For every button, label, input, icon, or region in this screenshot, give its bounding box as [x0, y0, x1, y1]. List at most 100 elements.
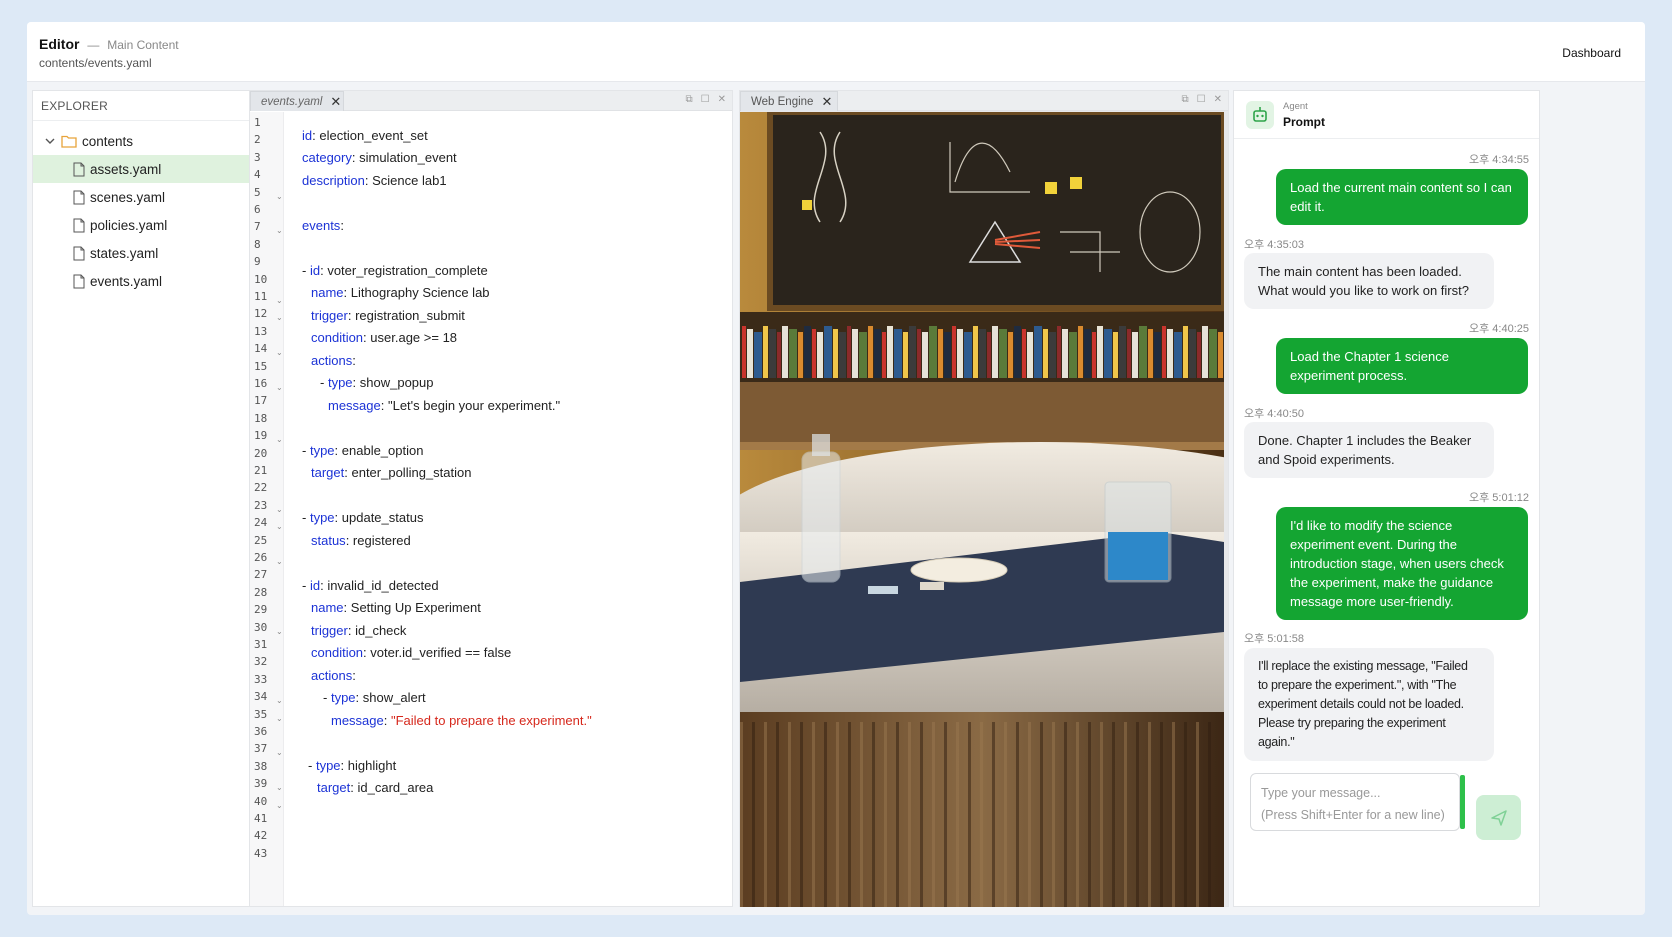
yaml-value: show_popup: [356, 375, 434, 390]
line-number: 29: [254, 603, 268, 617]
file-item-policies[interactable]: policies.yaml: [33, 211, 257, 239]
agent-title: Prompt: [1283, 115, 1325, 129]
file-icon: [73, 274, 85, 288]
agent-message: I'll replace the existing message, "Fail…: [1244, 648, 1494, 761]
line-number: 6: [254, 203, 261, 216]
fold-chevron-icon[interactable]: ⌄: [276, 383, 283, 392]
yaml-value: user.age >= 18: [366, 330, 458, 345]
file-item-scenes[interactable]: scenes.yaml: [33, 183, 257, 211]
message-timestamp: 오후 5:01:58: [1244, 633, 1304, 645]
file-item-assets[interactable]: assets.yaml: [33, 155, 257, 183]
yaml-key: target: [317, 780, 351, 795]
line-number: 42: [254, 829, 268, 843]
folder-icon: [61, 135, 77, 148]
send-icon: [1490, 809, 1507, 826]
maximize-icon[interactable]: ☐: [1197, 94, 1206, 105]
input-scrollbar[interactable]: [1460, 775, 1465, 829]
yaml-value: id_check: [351, 623, 407, 638]
line-number: 41: [254, 812, 268, 825]
yaml-dash: -: [302, 510, 310, 525]
fold-chevron-icon[interactable]: ⌄: [276, 714, 283, 723]
line-number: 2: [254, 133, 261, 147]
code-line: status: registered: [311, 533, 411, 548]
message-timestamp: 오후 4:35:03: [1244, 239, 1304, 251]
code-line: description: Science lab1: [302, 173, 447, 188]
yaml-value: voter_registration_complete: [323, 263, 488, 278]
folder-contents[interactable]: contents: [33, 127, 257, 155]
yaml-value: election_event_set: [315, 128, 428, 143]
yaml-value: id_card_area: [353, 780, 434, 795]
yaml-key: description: [302, 173, 365, 188]
code-area[interactable]: id: election_event_set category: simulat…: [302, 112, 732, 906]
tab-events-yaml[interactable]: events.yaml ✕: [250, 91, 344, 111]
tab-web-engine[interactable]: Web Engine ✕: [740, 91, 838, 111]
line-number: 33: [254, 672, 268, 686]
yaml-value: registered: [349, 533, 411, 548]
code-line: - type: highlight: [308, 758, 397, 773]
line-number: 39: [254, 777, 268, 791]
yaml-value: Setting Up Experiment: [347, 600, 481, 615]
top-header: Editor — Main Content contents/events.ya…: [27, 22, 1645, 82]
fold-chevron-icon[interactable]: ⌄: [276, 313, 283, 322]
fold-chevron-icon[interactable]: ⌄: [276, 192, 283, 201]
yaml-key: message: [328, 398, 381, 413]
file-icon: [73, 190, 85, 204]
yaml-key: status: [311, 533, 346, 548]
line-number: 19: [254, 429, 268, 443]
fold-chevron-icon[interactable]: ⌄: [276, 296, 283, 305]
message-timestamp: 오후 4:34:55: [1469, 154, 1529, 166]
yaml-key: type: [309, 443, 335, 458]
web-view-scene[interactable]: [740, 112, 1224, 907]
file-item-events[interactable]: events.yaml: [33, 267, 257, 295]
file-label: states.yaml: [90, 245, 159, 261]
file-item-states[interactable]: states.yaml: [33, 239, 257, 267]
code-line: id: election_event_set: [302, 128, 428, 143]
app-frame: Editor — Main Content contents/events.ya…: [0, 0, 1672, 937]
fold-chevron-icon[interactable]: ⌄: [276, 435, 283, 444]
maximize-icon[interactable]: ☐: [701, 94, 710, 105]
fold-chevron-icon[interactable]: ⌄: [276, 522, 283, 531]
message-timestamp: 오후 5:01:12: [1469, 492, 1529, 504]
fold-chevron-icon[interactable]: ⌄: [276, 348, 283, 357]
fold-chevron-icon[interactable]: ⌄: [276, 696, 283, 705]
code-line: condition: user.age >= 18: [311, 330, 458, 345]
explorer-title: EXPLORER: [33, 91, 257, 121]
code-line: events:: [302, 218, 344, 233]
file-label: assets.yaml: [90, 161, 162, 177]
fold-chevron-icon[interactable]: ⌄: [276, 505, 283, 514]
close-icon[interactable]: ✕: [330, 94, 341, 110]
file-path: contents/events.yaml: [39, 56, 152, 70]
line-number: 12: [254, 307, 268, 321]
code-editor-pane: events.yaml ✕ ⧉ ☐ ✕ 1 2 3 4 5 ⌄ 6 7 ⌄ 8 9 10 11 ⌄ 12 ⌄ 1…: [249, 90, 733, 907]
pane-controls: ⧉ ☐ ✕: [1182, 94, 1223, 105]
fold-chevron-icon[interactable]: ⌄: [276, 557, 283, 566]
yaml-value: show_alert: [359, 690, 426, 705]
line-number: 24: [254, 516, 268, 530]
line-number-gutter: 1 2 3 4 5 ⌄ 6 7 ⌄ 8 9 10 11 ⌄ 12 ⌄ 13 14 ⌄ 15 16 ⌄ 17 18 19 ⌄ 20 21…: [250, 112, 284, 906]
message-input[interactable]: Type your message... (Press Shift+Enter …: [1250, 773, 1460, 831]
app-title: Editor: [39, 36, 80, 52]
line-number: 3: [254, 150, 261, 164]
line-number: 5: [254, 185, 261, 199]
fold-chevron-icon[interactable]: ⌄: [276, 226, 283, 235]
send-button[interactable]: [1476, 795, 1521, 840]
yaml-value: update_status: [338, 510, 424, 525]
title-separator: —: [87, 38, 100, 52]
fold-chevron-icon[interactable]: ⌄: [276, 783, 283, 792]
yaml-key: events: [302, 218, 341, 233]
yaml-key: type: [315, 758, 341, 773]
code-line: category: simulation_event: [302, 150, 457, 165]
line-number: 37: [254, 742, 268, 756]
close-icon[interactable]: ✕: [821, 94, 832, 110]
fold-chevron-icon[interactable]: ⌄: [276, 627, 283, 636]
fold-chevron-icon[interactable]: ⌄: [276, 748, 283, 757]
dashboard-link[interactable]: Dashboard: [1562, 46, 1621, 60]
editor-window: Editor — Main Content contents/events.ya…: [27, 22, 1645, 915]
restore-icon[interactable]: ⧉: [1182, 94, 1189, 105]
agent-label: Agent: [1283, 101, 1308, 112]
close-pane-icon[interactable]: ✕: [1214, 94, 1222, 105]
close-pane-icon[interactable]: ✕: [718, 94, 726, 105]
fold-chevron-icon[interactable]: ⌄: [276, 801, 283, 810]
yaml-key: trigger: [311, 308, 348, 323]
restore-icon[interactable]: ⧉: [686, 94, 693, 105]
